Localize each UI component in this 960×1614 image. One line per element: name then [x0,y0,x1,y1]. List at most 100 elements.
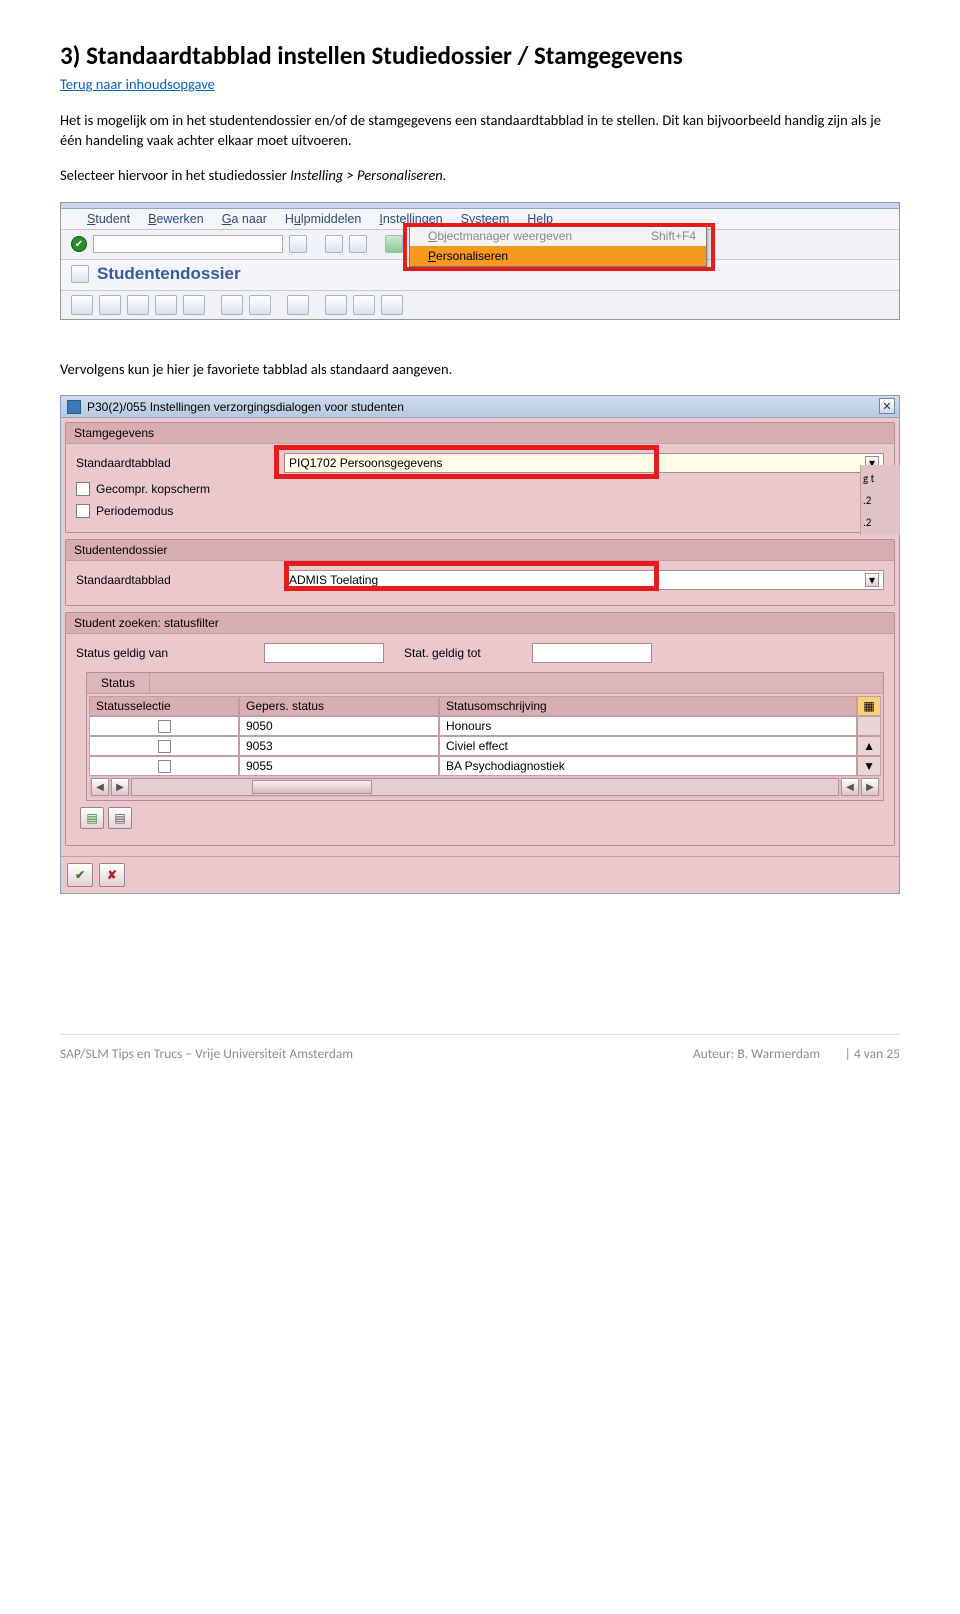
toolbar-secondary [61,291,899,319]
menu-systeem[interactable]: Systeem [461,212,510,226]
section-heading: 3) Standaardtabblad instellen Studiedoss… [60,40,900,71]
cell-code: 9050 [239,716,439,736]
scroll-right-icon[interactable]: ▶ [111,778,129,796]
checkbox[interactable] [76,482,90,496]
intro-paragraph-3: Vervolgens kun je hier je favoriete tabb… [60,360,900,380]
cell-code: 9053 [239,736,439,756]
dialog-body: Stamgegevens Standaardtabblad PIQ1702 Pe… [61,418,899,856]
menu-help[interactable]: Help [527,212,553,226]
field-stam-standaardtabblad[interactable]: PIQ1702 Persoonsgegevens ▾ [284,453,884,473]
field-status-van[interactable] [264,643,384,663]
tb2-btn[interactable] [353,295,375,315]
field-value: PIQ1702 Persoonsgegevens [289,456,442,470]
back-icon[interactable] [325,235,343,253]
row-scroll-icon[interactable]: ▲ [857,736,881,756]
menu-student[interactable]: Student [87,212,130,226]
dd-item-objectmanager: Objectmanager weergeven Shift+F4 [410,226,706,246]
table-action-icon[interactable]: ▤ [80,807,104,829]
status-table-header: Statusselectie Gepers. status Statusomsc… [89,696,881,716]
menu-bewerken[interactable]: Bewerken [148,212,204,226]
row-checkbox[interactable] [158,740,171,753]
tb2-btn[interactable] [221,295,243,315]
scroll-thumb[interactable] [252,780,372,794]
field-value: ADMIS Toelating [289,573,378,587]
dropdown-icon[interactable] [289,235,307,253]
ok-button[interactable]: ✔ [67,863,93,887]
cancel-button[interactable]: ✘ [99,863,125,887]
scroll-track[interactable] [131,778,839,796]
document-icon[interactable] [71,265,89,283]
checkbox[interactable] [76,504,90,518]
dd-shortcut: Shift+F4 [651,229,696,243]
toc-link[interactable]: Terug naar inhoudsopgave [60,75,215,93]
label-standaardtabblad: Standaardtabblad [76,456,276,470]
scroll-left-icon[interactable]: ◀ [841,778,859,796]
group-studentendossier: Studentendossier Standaardtabblad ADMIS … [65,539,895,606]
tb2-btn[interactable] [249,295,271,315]
tb2-btn[interactable] [287,295,309,315]
close-icon[interactable]: ✕ [879,398,895,414]
tb2-btn[interactable] [99,295,121,315]
dropdown-icon[interactable]: ▾ [865,573,879,587]
footer-page: | 4 van 25 [845,1045,900,1062]
table-row: 9053Civiel effect▲ [89,736,881,756]
tb2-btn[interactable] [183,295,205,315]
nav-icon[interactable] [385,235,403,253]
table-row: 9055BA Psychodiagnostiek▼ [89,756,881,776]
field-dossier-standaardtabblad[interactable]: ADMIS Toelating ▾ [284,570,884,590]
checkbox-label: Periodemodus [96,504,173,518]
horizontal-scrollbar[interactable]: ◀ ▶ ◀ ▶ [89,776,881,798]
side-text: .2 [863,511,898,533]
field-status-tot[interactable] [532,643,652,663]
th-statusomschrijving: Statusomschrijving [439,696,857,716]
dd-label: bjectmanager weergeven [437,229,572,243]
tb2-btn[interactable] [325,295,347,315]
row-scroll-icon[interactable] [857,716,881,736]
scroll-left-icon[interactable]: ◀ [91,778,109,796]
group-header: Studentendossier [66,540,894,561]
intro-paragraph-2: Selecteer hiervoor in het studiedossier … [60,166,900,186]
tb2-btn[interactable] [127,295,149,315]
scroll-right-icon[interactable]: ▶ [861,778,879,796]
table-action-icon[interactable]: ▤ [108,807,132,829]
para2-italic: Instelling > Personaliseren. [290,166,446,184]
cell-desc: Civiel effect [439,736,857,756]
tb2-btn[interactable] [155,295,177,315]
menu-hulpmiddelen[interactable]: Hulpmiddelen [285,212,361,226]
side-text: g t [863,467,898,489]
dd-label: ersonaliseren [436,249,508,263]
th-statusselectie: Statusselectie [89,696,239,716]
tab-status[interactable]: Status [87,673,150,693]
label-status-tot: Stat. geldig tot [404,646,524,660]
tb2-btn[interactable] [381,295,403,315]
dialog-button-bar: ✔ ✘ [61,856,899,893]
footer-author: Auteur: B. Warmerdam [693,1045,820,1062]
menu-ganaar[interactable]: Ga naar [222,212,267,226]
group-statusfilter: Student zoeken: statusfilter Status geld… [65,612,895,846]
menu-instellingen[interactable]: Instellingen [379,212,442,226]
row-checkbox[interactable] [158,760,171,773]
label-status-van: Status geldig van [76,646,256,660]
ok-icon[interactable]: ✔ [71,236,87,252]
sap-logo-icon [67,400,81,414]
screenshot-settings-dialog: P30(2)/055 Instellingen verzorgingsdialo… [60,395,900,894]
dd-item-personaliseren[interactable]: Personaliseren [410,246,706,266]
group-header: Student zoeken: statusfilter [66,613,894,634]
checkbox-label: Gecompr. kopscherm [96,482,210,496]
column-config-icon[interactable]: ▦ [857,696,881,716]
th-gepers-status: Gepers. status [239,696,439,716]
side-text: .2 [863,489,898,511]
dialog-title: P30(2)/055 Instellingen verzorgingsdialo… [87,400,404,414]
side-fragment: g t .2 .2 [860,465,900,535]
row-checkbox[interactable] [158,720,171,733]
page-title: Studentendossier [97,264,241,284]
cell-code: 9055 [239,756,439,776]
save-icon[interactable] [349,235,367,253]
page-footer: SAP/SLM Tips en Trucs – Vrije Universite… [60,1034,900,1062]
command-input[interactable] [93,235,283,253]
group-stamgegevens: Stamgegevens Standaardtabblad PIQ1702 Pe… [65,422,895,533]
tb2-btn[interactable] [71,295,93,315]
status-tab-container: Status Statusselectie Gepers. status Sta… [86,672,884,801]
row-scroll-icon[interactable]: ▼ [857,756,881,776]
cell-desc: Honours [439,716,857,736]
